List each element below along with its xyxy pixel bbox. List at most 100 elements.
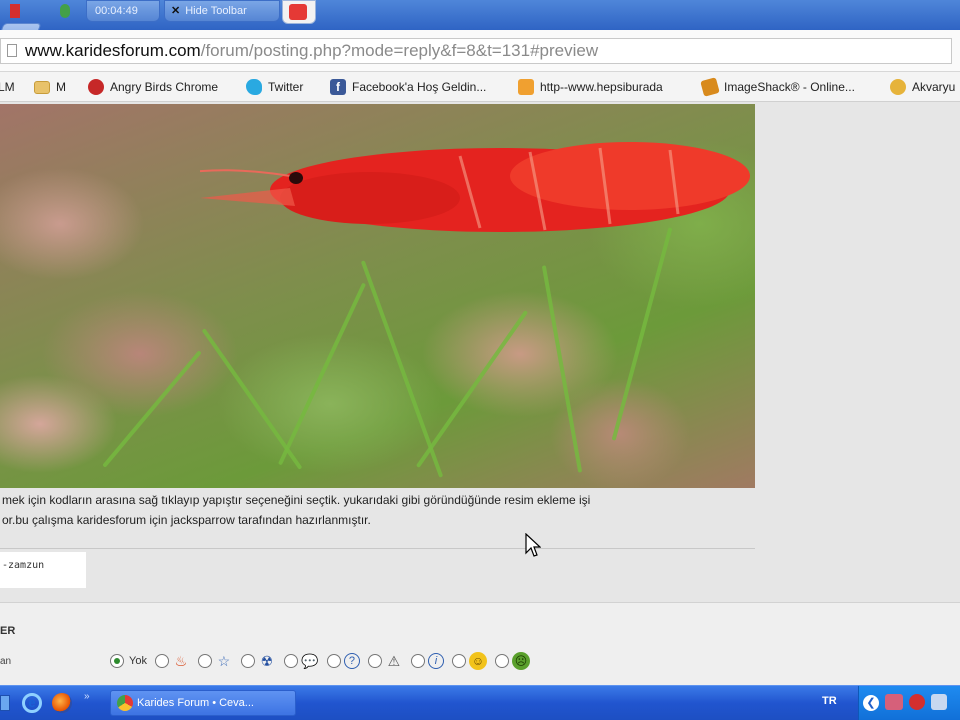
icon-option-speech[interactable]: 💬 [283,652,319,670]
radio-button[interactable] [494,654,509,668]
red-shrimp [200,142,750,232]
icon-option-none[interactable]: Yok [110,654,147,668]
browser-tab-strip: 00:04:49 ✕ Hide Toolbar [0,0,960,43]
divider [0,548,755,549]
taskbar-item-label: Karides Forum • Ceva... [137,697,254,709]
page-content: mek için kodların arasına sağ tıklayıp y… [0,102,960,685]
radioactive-icon: ☢ [260,652,274,669]
bookmark-label: Akvaryu [912,80,956,94]
radio-button[interactable] [240,654,255,668]
url-path: /forum/posting.php?mode=reply&f=8&t=131#… [200,41,599,60]
firefox-icon[interactable] [52,693,72,713]
post-text-line: or.bu çalışma karidesforum için jackspar… [2,513,371,527]
shrimp-photo [0,104,755,488]
plant-blade [611,227,673,441]
icon-option-info[interactable]: i [410,653,444,669]
icon-option-question[interactable]: ? [326,653,360,669]
icon-option-flame[interactable]: ♨ [154,652,190,670]
icon-option-smiley[interactable]: ☺ [451,652,487,670]
url-field[interactable]: www.karidesforum.com/forum/posting.php?m… [0,38,952,64]
bar-icon[interactable] [60,4,71,18]
record-icon[interactable] [10,4,20,18]
language-indicator[interactable]: TR [822,695,837,707]
angry-bird-icon [88,79,104,95]
warning-icon: ⚠ [387,652,401,669]
bookmark-imageshack[interactable]: ImageShack® - Online... [700,77,855,97]
page-icon [7,44,17,57]
address-bar: www.karidesforum.com/forum/posting.php?m… [0,30,960,72]
bookmark-label: M [56,80,66,94]
icon-option-frown[interactable]: ☹ [494,652,530,670]
signature-box: -zamzun [0,552,86,588]
bookmark-label: Angry Birds Chrome [110,80,219,94]
speech-bubble-icon: 💬 [301,652,319,669]
favicon-icon [289,4,307,20]
bookmark-label: Facebook'a Hoş Geldin... [352,80,487,94]
radio-button[interactable] [197,654,212,668]
radio-button[interactable] [283,654,298,668]
frown-icon: ☹ [511,652,530,670]
bookmark-lm[interactable]: LM [0,78,15,96]
icon-option-radioactive[interactable]: ☢ [240,652,276,670]
bookmark-hepsiburada[interactable]: http--www.hepsiburada [518,78,663,96]
radio-button[interactable] [110,654,124,668]
info-icon: i [427,653,444,669]
tab-active[interactable] [282,0,316,24]
arrow-left-icon[interactable]: ❮ [863,695,879,711]
bookmark-label: Twitter [268,80,304,94]
windows-taskbar: e » Karides Forum • Ceva... TR ❮ [0,685,960,720]
topic-icon-options: Yok ♨ ☆ ☢ 💬 ? ⚠ i ☺ ☹ [110,649,538,673]
mouse-cursor-icon [525,533,541,557]
icon-option-star[interactable]: ☆ [197,652,233,670]
bookmark-facebook[interactable]: f Facebook'a Hoş Geldin... [330,78,486,96]
tab-timer-label: 00:04:49 [95,5,138,17]
bookmark-folder-m[interactable]: M [34,78,66,96]
bookmarks-bar: LM M Angry Birds Chrome Twitter f Facebo… [0,72,960,102]
flame-icon: ♨ [174,652,188,669]
imageshack-icon [700,77,720,97]
security-icon[interactable] [909,694,925,710]
url-host: www.karidesforum.com [25,41,201,60]
plant-blade [415,310,529,468]
radio-button[interactable] [367,654,382,668]
taskbar-item-chrome[interactable]: Karides Forum • Ceva... [110,690,296,716]
star-icon: ☆ [217,652,231,669]
bookmark-label: http--www.hepsiburada [540,80,663,94]
radio-button[interactable] [326,654,341,668]
question-icon: ? [343,653,360,669]
tab-hide-toolbar[interactable]: ✕ Hide Toolbar [164,0,280,22]
tab-timer[interactable]: 00:04:49 [86,0,160,22]
panel-row-label: an [0,656,12,667]
radio-button[interactable] [410,654,425,668]
panel-heading: ER [0,625,16,637]
quick-launch: e » [0,689,90,717]
bookmark-twitter[interactable]: Twitter [246,78,303,96]
plant-blade [541,265,583,473]
radio-button[interactable] [154,654,169,668]
smiley-icon: ☺ [468,652,487,670]
bookmark-akvaryum[interactable]: Akvaryu [890,78,955,96]
post-text-line: mek için kodların arasına sağ tıklayıp y… [2,493,591,507]
close-icon[interactable]: ✕ [171,5,180,17]
icon-option-warning[interactable]: ⚠ [367,652,403,670]
image-icon [518,79,534,95]
network-icon[interactable] [885,694,903,710]
facebook-icon: f [330,79,346,95]
ie-icon[interactable]: e [22,693,42,713]
bookmark-label: ImageShack® - Online... [724,80,855,94]
chevron-right-icon[interactable]: » [84,691,90,702]
desktop-icon[interactable] [0,695,10,711]
plant-blade [277,282,367,466]
folder-icon [34,80,50,94]
chrome-icon [117,695,133,711]
bookmark-angry-birds[interactable]: Angry Birds Chrome [88,78,218,96]
volume-icon[interactable] [931,694,947,710]
radio-button[interactable] [451,654,466,668]
smiley-icon [890,79,906,95]
plant-blade [201,328,303,470]
plant-blade [102,350,202,468]
bookmark-label: LM [0,80,15,94]
twitter-bird-icon [246,79,262,95]
message-icon-panel: ER an Yok ♨ ☆ ☢ 💬 ? ⚠ i ☺ ☹ [0,602,960,685]
signature-text: -zamzun [2,560,45,571]
